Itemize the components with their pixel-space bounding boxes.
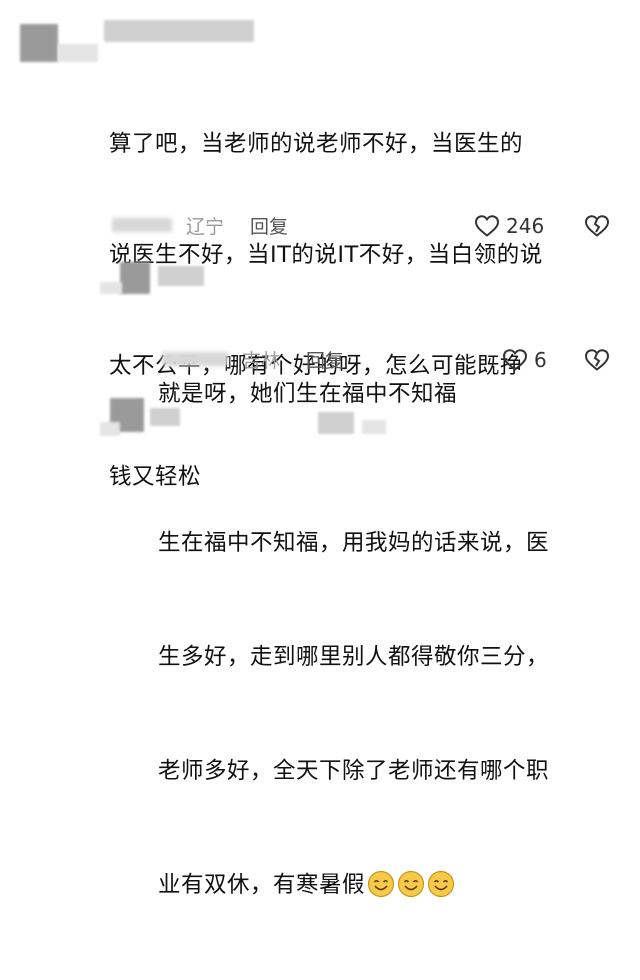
like-button[interactable]: 246 xyxy=(474,211,544,241)
heart-outline-icon xyxy=(502,349,528,371)
timestamp-blur xyxy=(162,352,228,366)
comment-2-meta: 吉林 回复 xyxy=(162,346,344,372)
avatar-blur xyxy=(20,24,58,62)
broken-heart-icon[interactable] xyxy=(584,213,610,239)
username-blur xyxy=(150,408,180,426)
reply-button[interactable]: 回复 xyxy=(306,346,344,373)
smile-emoji-icon xyxy=(397,870,425,898)
location-label: 吉林 xyxy=(242,349,281,372)
reply-button[interactable]: 回复 xyxy=(250,212,288,239)
like-count: 6 xyxy=(534,348,547,372)
comment-1-meta: 辽宁 回复 xyxy=(112,212,288,238)
username-blur xyxy=(104,20,254,42)
like-button[interactable]: 6 xyxy=(502,345,547,375)
broken-heart-icon[interactable] xyxy=(584,347,610,373)
timestamp-blur xyxy=(112,218,172,232)
like-count: 246 xyxy=(506,214,545,238)
smile-emoji-icon xyxy=(427,870,455,898)
username-blur xyxy=(158,266,204,286)
comment-3-text: 生在福中不知福，用我妈的话来说，医 生多好，走到哪里别人都得敬你三分， 老师多好… xyxy=(158,530,550,898)
heart-outline-icon xyxy=(474,215,500,237)
avatar-blur xyxy=(120,262,150,294)
location-label: 辽宁 xyxy=(186,215,225,238)
smile-emoji-icon xyxy=(367,870,395,898)
